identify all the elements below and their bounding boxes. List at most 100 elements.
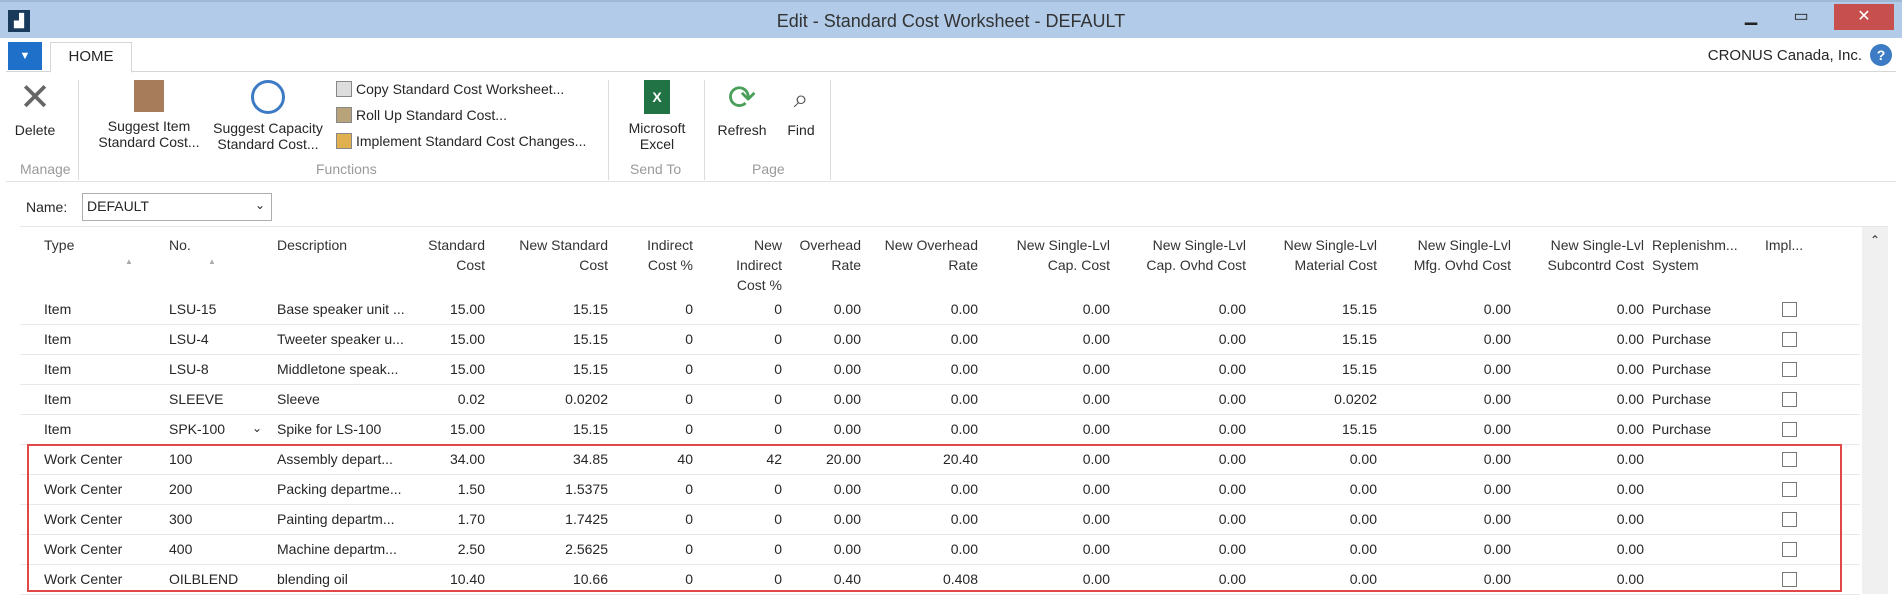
cell[interactable]: 2.50 xyxy=(400,541,485,557)
cell[interactable]: 0.00 xyxy=(1520,481,1644,497)
cell[interactable]: 0.00 xyxy=(1390,571,1511,587)
cell[interactable]: 0.00 xyxy=(1390,541,1511,557)
cell[interactable]: 34.00 xyxy=(400,451,485,467)
cell[interactable]: 40 xyxy=(620,451,693,467)
cell[interactable]: Purchase xyxy=(1652,331,1762,347)
cell[interactable]: 15.00 xyxy=(400,421,485,437)
cell[interactable]: 0.00 xyxy=(1520,511,1644,527)
cell[interactable]: LSU-15 xyxy=(169,301,249,317)
cell[interactable]: 0 xyxy=(620,481,693,497)
cell[interactable]: 0.00 xyxy=(880,361,978,377)
cell[interactable]: Item xyxy=(44,391,144,407)
help-icon[interactable]: ? xyxy=(1870,44,1892,66)
cell[interactable]: 0.0202 xyxy=(500,391,608,407)
cell[interactable]: Work Center xyxy=(44,571,144,587)
cell[interactable]: 0.00 xyxy=(790,541,861,557)
cell[interactable]: 34.85 xyxy=(500,451,608,467)
cell[interactable]: 15.15 xyxy=(1260,421,1377,437)
cell[interactable]: 0.00 xyxy=(995,571,1110,587)
cell[interactable]: 0.00 xyxy=(995,331,1110,347)
cell[interactable]: 0.00 xyxy=(1120,451,1246,467)
cell[interactable]: 0.00 xyxy=(1120,421,1246,437)
cell[interactable]: Painting departm... xyxy=(277,511,407,527)
cell[interactable]: 0.00 xyxy=(1390,301,1511,317)
table-row[interactable]: Work Center OILBLEND blending oil 10.40 10.6… xyxy=(20,565,1860,595)
refresh-button[interactable]: ⟳ Refresh xyxy=(712,80,772,138)
find-button[interactable]: ⌕ Find xyxy=(778,80,824,138)
cell[interactable]: 0.00 xyxy=(1120,331,1246,347)
cell[interactable]: Base speaker unit ... xyxy=(277,301,407,317)
cell[interactable]: Work Center xyxy=(44,451,144,467)
cell[interactable]: 300 xyxy=(169,511,249,527)
cell[interactable]: 10.66 xyxy=(500,571,608,587)
implemented-checkbox[interactable] xyxy=(1782,302,1797,317)
cell[interactable]: 15.15 xyxy=(1260,301,1377,317)
cell[interactable]: 42 xyxy=(700,451,782,467)
cell[interactable]: 0.00 xyxy=(995,511,1110,527)
cell[interactable]: 0.00 xyxy=(1120,391,1246,407)
suggest-capacity-standard-cost-button[interactable]: Suggest Capacity Standard Cost... xyxy=(206,80,330,152)
sort-icon[interactable]: ▲ xyxy=(208,257,216,266)
sort-icon[interactable]: ▲ xyxy=(125,257,133,266)
table-row[interactable]: Item SPK-100 Spike for LS-100 15.00 15.15 0 0 0… xyxy=(20,415,1860,445)
cell[interactable]: 0.00 xyxy=(1520,361,1644,377)
column-header[interactable]: New Single-Lvl Mfg. Ovhd Cost xyxy=(1390,235,1511,275)
name-select[interactable]: DEFAULT ⌄ xyxy=(82,193,272,221)
cell[interactable]: 0.00 xyxy=(790,301,861,317)
cell[interactable]: SLEEVE xyxy=(169,391,249,407)
cell[interactable]: Machine departm... xyxy=(277,541,407,557)
cell[interactable]: 0 xyxy=(700,391,782,407)
cell[interactable]: 0.00 xyxy=(1390,361,1511,377)
cell[interactable]: Item xyxy=(44,421,144,437)
cell[interactable]: OILBLEND xyxy=(169,571,249,587)
app-menu-button[interactable]: ▼ xyxy=(8,42,42,70)
cell[interactable]: Item xyxy=(44,331,144,347)
cell[interactable]: 0.408 xyxy=(880,571,978,587)
column-header[interactable]: New Single-Lvl Cap. Cost xyxy=(995,235,1110,275)
column-header[interactable]: Impl... xyxy=(1765,235,1805,255)
cell[interactable]: 0.00 xyxy=(995,541,1110,557)
cell[interactable]: 0 xyxy=(620,541,693,557)
implemented-checkbox[interactable] xyxy=(1782,542,1797,557)
cell[interactable]: 0.00 xyxy=(1520,301,1644,317)
table-row[interactable]: Item LSU-8 Middletone speak... 15.00 15.15 0 0… xyxy=(20,355,1860,385)
cell[interactable]: 0.00 xyxy=(790,511,861,527)
cell[interactable]: 0.00 xyxy=(995,301,1110,317)
cell[interactable]: 0.00 xyxy=(880,421,978,437)
column-header[interactable]: New Single-Lvl Subcontrd Cost xyxy=(1520,235,1645,275)
cell[interactable]: blending oil xyxy=(277,571,407,587)
cell[interactable]: 0.00 xyxy=(1260,451,1377,467)
cell[interactable]: 0.00 xyxy=(995,361,1110,377)
cell[interactable]: 0.00 xyxy=(880,511,978,527)
cell[interactable]: 0.00 xyxy=(790,331,861,347)
cell[interactable]: 0.00 xyxy=(1120,301,1246,317)
cell[interactable]: 15.15 xyxy=(1260,331,1377,347)
cell[interactable]: Item xyxy=(44,301,144,317)
implemented-checkbox[interactable] xyxy=(1782,422,1797,437)
minimize-icon[interactable]: ▁ xyxy=(1728,4,1774,30)
cell[interactable]: Sleeve xyxy=(277,391,407,407)
cell[interactable]: Work Center xyxy=(44,481,144,497)
table-row[interactable]: Item SLEEVE Sleeve 0.02 0.0202 0 0 0.00 0.00 0.00… xyxy=(20,385,1860,415)
cell[interactable]: 0.00 xyxy=(790,481,861,497)
cell[interactable]: 0.40 xyxy=(790,571,861,587)
column-header[interactable]: Replenishm... System xyxy=(1652,235,1762,275)
tab-home[interactable]: HOME xyxy=(50,42,132,73)
cell[interactable]: 0.00 xyxy=(1520,331,1644,347)
cell[interactable]: 20.40 xyxy=(880,451,978,467)
column-header[interactable]: New Overhead Rate xyxy=(880,235,978,275)
cell[interactable]: 15.00 xyxy=(400,331,485,347)
cell[interactable]: 0.00 xyxy=(1260,481,1377,497)
scroll-up-icon[interactable]: ⌃ xyxy=(1862,233,1888,247)
cell[interactable]: 0 xyxy=(620,391,693,407)
cell[interactable]: 0.00 xyxy=(1520,571,1644,587)
cell[interactable]: 0.00 xyxy=(790,421,861,437)
cell[interactable]: 15.15 xyxy=(500,331,608,347)
cell[interactable]: 0 xyxy=(700,361,782,377)
cell[interactable]: 0.00 xyxy=(880,541,978,557)
vertical-scrollbar[interactable]: ⌃ xyxy=(1862,227,1888,594)
cell[interactable]: 0.00 xyxy=(1120,361,1246,377)
cell[interactable]: 0 xyxy=(700,331,782,347)
cell[interactable]: 0.00 xyxy=(1520,451,1644,467)
cell[interactable]: 0.00 xyxy=(995,481,1110,497)
